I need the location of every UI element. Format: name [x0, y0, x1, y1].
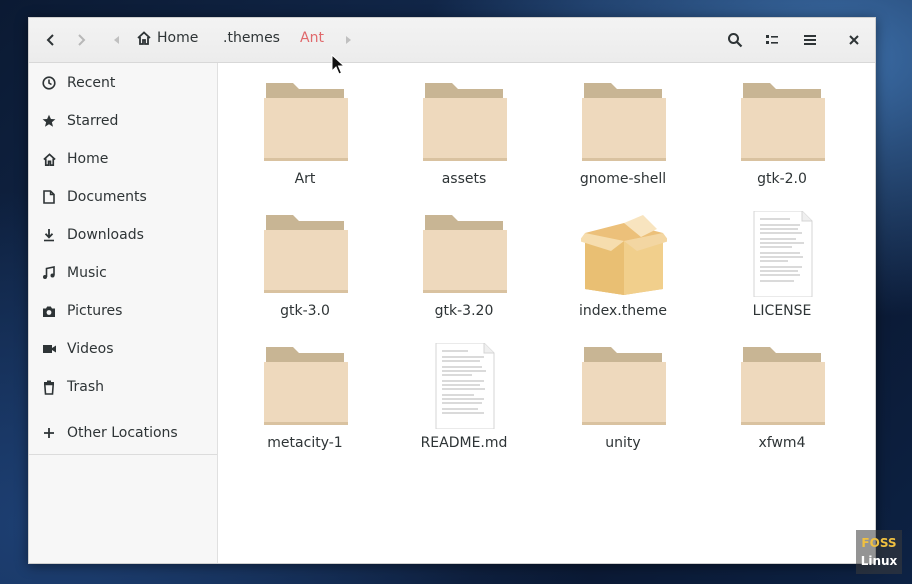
plus-icon: [41, 425, 57, 441]
sidebar-item-label: Videos: [67, 341, 114, 357]
file-name: gtk-3.0: [280, 303, 330, 319]
folder-icon: [741, 347, 825, 425]
sidebar-item-label: Starred: [67, 113, 119, 129]
breadcrumb-label: Home: [157, 30, 199, 46]
file-name: unity: [605, 435, 641, 451]
sidebar-item-recent[interactable]: Recent: [29, 68, 217, 98]
chevron-left-icon: [46, 34, 54, 46]
sidebar-item-pictures[interactable]: Pictures: [29, 296, 217, 326]
music-icon: [41, 265, 57, 281]
home-icon: [41, 151, 57, 167]
sidebar: Recent Starred Home Documents Downloads …: [29, 63, 218, 563]
trash-icon: [41, 379, 57, 395]
close-button[interactable]: [842, 28, 866, 52]
folder-icon: [423, 83, 507, 161]
file-name: gnome-shell: [579, 171, 667, 187]
sidebar-item-label: Music: [67, 265, 107, 281]
sidebar-item-label: Home: [67, 151, 109, 167]
close-icon: [849, 35, 859, 45]
breadcrumb-ant[interactable]: Ant: [300, 30, 324, 46]
sidebar-item-other-locations[interactable]: Other Locations: [29, 418, 217, 448]
back-button[interactable]: [39, 28, 63, 52]
header-bar: Home .themes Ant: [29, 18, 875, 63]
package-icon: [581, 215, 667, 295]
file-name: gtk-2.0: [757, 171, 807, 187]
star-icon: [41, 113, 57, 129]
watermark-line1: FOSS: [861, 536, 897, 550]
file-item-art[interactable]: Art: [245, 79, 365, 199]
file-name: gtk-3.20: [434, 303, 494, 319]
menu-button[interactable]: [798, 28, 822, 52]
clock-icon: [41, 75, 57, 91]
search-button[interactable]: [723, 28, 747, 52]
triangle-right-icon: [346, 36, 351, 44]
breadcrumb-home[interactable]: Home: [136, 30, 198, 46]
file-item-license[interactable]: LICENSE: [722, 211, 842, 331]
sidebar-item-home[interactable]: Home: [29, 144, 217, 174]
search-icon: [728, 33, 743, 48]
file-item-unity[interactable]: unity: [563, 343, 683, 463]
hamburger-icon: [804, 35, 816, 45]
file-item-gtk-3-20[interactable]: gtk-3.20: [404, 211, 524, 331]
sidebar-item-starred[interactable]: Starred: [29, 106, 217, 136]
video-icon: [41, 341, 57, 357]
download-icon: [41, 227, 57, 243]
text-document-icon: [435, 343, 495, 429]
file-name: assets: [441, 171, 487, 187]
file-name: metacity-1: [267, 435, 343, 451]
folder-icon: [264, 83, 348, 161]
file-item-xfwm4[interactable]: xfwm4: [722, 343, 842, 463]
file-item-metacity-1[interactable]: metacity-1: [245, 343, 365, 463]
sidebar-item-label: Documents: [67, 189, 147, 205]
breadcrumb-label: Ant: [300, 30, 324, 46]
path-scroll-right[interactable]: [336, 28, 360, 52]
sidebar-item-documents[interactable]: Documents: [29, 182, 217, 212]
sidebar-item-label: Pictures: [67, 303, 123, 319]
sidebar-item-music[interactable]: Music: [29, 258, 217, 288]
sidebar-item-downloads[interactable]: Downloads: [29, 220, 217, 250]
file-name: LICENSE: [752, 303, 812, 319]
file-grid: Art assets gnome-shell gtk-2.0 gtk-3.0 g…: [218, 63, 875, 563]
file-manager-window: Home .themes Ant Recent Starred Home Doc…: [28, 17, 876, 564]
document-icon: [41, 189, 57, 205]
watermark-logo: FOSS Linux: [856, 530, 902, 574]
watermark-line2: Linux: [860, 554, 898, 568]
list-view-icon: [766, 35, 778, 44]
folder-icon: [582, 83, 666, 161]
folder-icon: [264, 347, 348, 425]
file-item-gtk-3-0[interactable]: gtk-3.0: [245, 211, 365, 331]
breadcrumb-label: .themes: [223, 30, 280, 46]
file-name: xfwm4: [758, 435, 806, 451]
file-name: index.theme: [579, 303, 667, 319]
view-list-button[interactable]: [760, 28, 784, 52]
home-icon: [137, 31, 151, 45]
file-name: README.md: [420, 435, 508, 451]
folder-icon: [582, 347, 666, 425]
sidebar-item-trash[interactable]: Trash: [29, 372, 217, 402]
sidebar-item-label: Trash: [67, 379, 104, 395]
path-scroll-left[interactable]: [105, 28, 129, 52]
camera-icon: [41, 303, 57, 319]
text-document-icon: [753, 211, 813, 297]
folder-icon: [423, 215, 507, 293]
sidebar-item-label: Downloads: [67, 227, 144, 243]
file-item-gtk-2-0[interactable]: gtk-2.0: [722, 79, 842, 199]
sidebar-separator: [29, 454, 217, 455]
sidebar-item-videos[interactable]: Videos: [29, 334, 217, 364]
chevron-right-icon: [78, 34, 86, 46]
breadcrumb-themes[interactable]: .themes: [223, 30, 280, 46]
file-item-readme[interactable]: README.md: [404, 343, 524, 463]
triangle-left-icon: [114, 36, 119, 44]
sidebar-item-label: Other Locations: [67, 425, 178, 441]
file-item-gnome-shell[interactable]: gnome-shell: [563, 79, 683, 199]
folder-icon: [264, 215, 348, 293]
sidebar-item-label: Recent: [67, 75, 116, 91]
file-item-assets[interactable]: assets: [404, 79, 524, 199]
file-name: Art: [294, 171, 316, 187]
file-item-index-theme[interactable]: index.theme: [563, 211, 683, 331]
forward-button[interactable]: [69, 28, 93, 52]
mouse-cursor-icon: [331, 54, 345, 75]
folder-icon: [741, 83, 825, 161]
